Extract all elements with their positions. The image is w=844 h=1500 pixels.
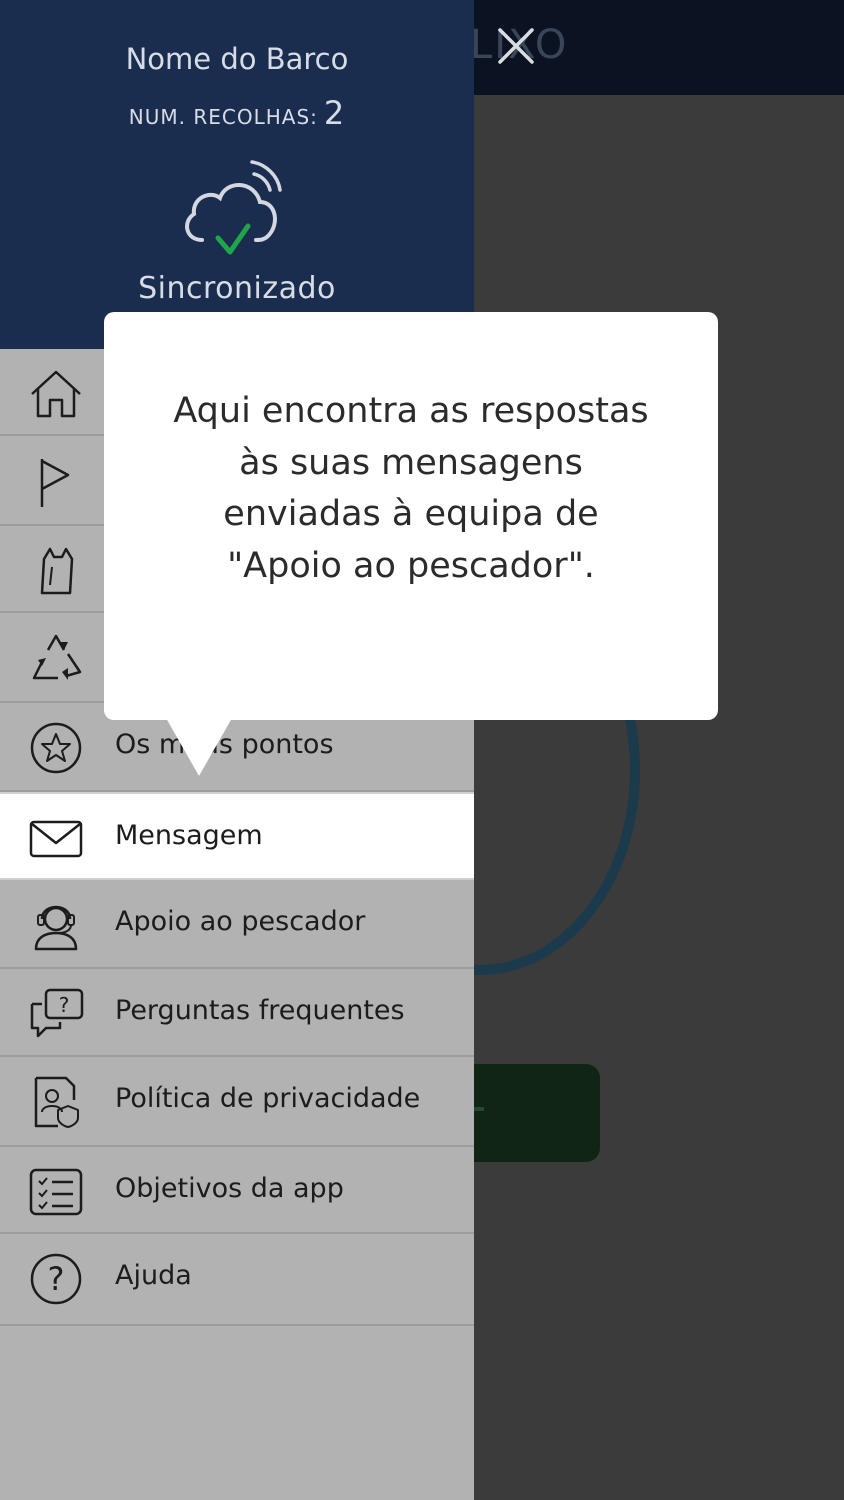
mail-icon: [28, 813, 84, 865]
headset-icon: [28, 899, 84, 951]
collections-count: 2: [323, 94, 346, 132]
menu-item-message[interactable]: Mensagem: [0, 792, 474, 880]
tooltip-pointer: [166, 718, 232, 776]
menu-item-help[interactable]: ? Ajuda: [0, 1234, 474, 1326]
side-drawer: Nome do Barco NUM. RECOLHAS: 2 Sincroniza…: [0, 0, 474, 1500]
cloud-synced-icon: [180, 158, 286, 262]
collections-count-row: NUM. RECOLHAS: 2: [0, 94, 474, 132]
flag-icon: [28, 455, 84, 507]
faq-icon: ?: [28, 988, 84, 1040]
menu-item-privacy-policy[interactable]: Política de privacidade: [0, 1057, 474, 1147]
menu-item-fisher-support[interactable]: Apoio ao pescador: [0, 880, 474, 969]
collections-label: NUM. RECOLHAS:: [128, 105, 318, 129]
help-icon: ?: [28, 1253, 84, 1305]
menu-item-label: Mensagem: [115, 820, 263, 851]
home-icon: [28, 368, 84, 420]
menu-item-label: Objetivos da app: [115, 1173, 344, 1204]
boat-name: Nome do Barco: [125, 42, 349, 76]
menu-item-faq[interactable]: ? Perguntas frequentes: [0, 969, 474, 1057]
sync-status: Sincronizado: [138, 271, 336, 306]
menu-item-label: Apoio ao pescador: [115, 906, 366, 937]
onboarding-tooltip[interactable]: Aqui encontra as respostas às suas mensa…: [104, 312, 718, 720]
svg-text:?: ?: [59, 993, 70, 1017]
star-icon: [28, 722, 84, 774]
privacy-document-icon: [28, 1076, 84, 1128]
svg-text:?: ?: [48, 1260, 65, 1298]
checklist-icon: [28, 1166, 84, 1218]
bag-icon: [28, 545, 84, 597]
menu-item-label: Perguntas frequentes: [115, 995, 405, 1026]
drawer-header: Nome do Barco NUM. RECOLHAS: 2 Sincroniza…: [0, 0, 474, 349]
menu-item-label: Ajuda: [115, 1260, 192, 1291]
close-icon[interactable]: [496, 26, 536, 66]
tooltip-text: Aqui encontra as respostas às suas mensa…: [173, 391, 649, 586]
menu-item-label: Política de privacidade: [115, 1083, 421, 1114]
menu-item-app-goals[interactable]: Objetivos da app: [0, 1147, 474, 1234]
recycle-icon: [28, 632, 84, 684]
